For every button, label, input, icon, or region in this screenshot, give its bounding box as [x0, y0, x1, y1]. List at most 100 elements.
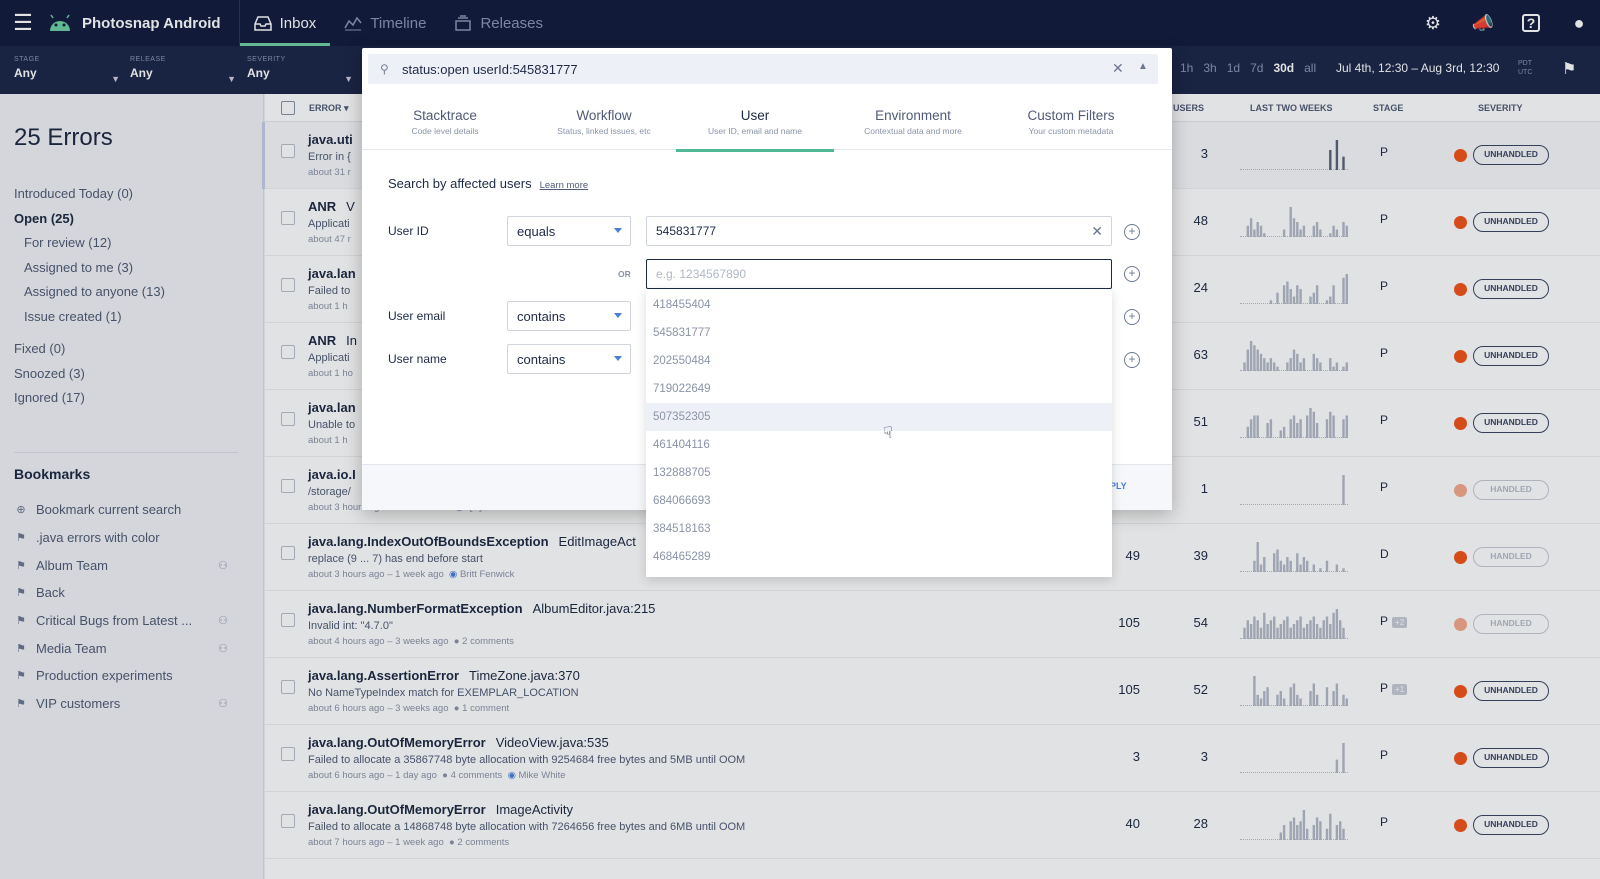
- error-title[interactable]: java.lang.IndexOutOfBoundsException EditI…: [308, 534, 636, 549]
- time-option-3h[interactable]: 3h: [1203, 61, 1216, 75]
- nav-ignored[interactable]: Ignored (17): [14, 386, 165, 411]
- user-email-operator-select[interactable]: contains: [507, 301, 631, 331]
- error-row[interactable]: java.lang.NumberFormatException AlbumEdit…: [265, 591, 1600, 658]
- col-error[interactable]: ERROR ▾: [309, 103, 349, 114]
- user-name-operator-select[interactable]: contains: [507, 344, 631, 374]
- error-row[interactable]: java.lang.AssertionError TimeZone.java:37…: [265, 658, 1600, 725]
- timezone-toggle[interactable]: PDT UTC: [1518, 59, 1532, 77]
- time-option-1d[interactable]: 1d: [1227, 61, 1240, 75]
- severity-filter[interactable]: SEVERITY Any ▼: [247, 56, 353, 84]
- suggestion-item[interactable]: 684066693: [646, 487, 1112, 515]
- row-checkbox[interactable]: [281, 144, 295, 158]
- row-checkbox[interactable]: [281, 278, 295, 292]
- tab-user[interactable]: User User ID, email and name: [676, 108, 834, 152]
- settings-gear-icon[interactable]: ⚙: [1422, 12, 1444, 34]
- error-row[interactable]: java.lang.OutOfMemoryError VideoView.java…: [265, 725, 1600, 792]
- row-checkbox[interactable]: [281, 479, 295, 493]
- search-icon: ⚲: [380, 62, 389, 76]
- suggestion-item[interactable]: 202550484: [646, 347, 1112, 375]
- announcements-megaphone-icon[interactable]: 📣: [1472, 12, 1494, 34]
- menu-icon[interactable]: ☰: [0, 0, 46, 46]
- error-title[interactable]: java.lan: [308, 400, 366, 415]
- error-title[interactable]: ANR In: [308, 333, 357, 348]
- error-title[interactable]: java.lan: [308, 266, 366, 281]
- bookmark-item[interactable]: ⚑ Critical Bugs from Latest ... ⚇: [14, 607, 228, 635]
- time-option-all[interactable]: all: [1304, 61, 1316, 75]
- tab-environment[interactable]: Environment Contextual data and more: [834, 108, 992, 136]
- tab-workflow[interactable]: Workflow Status, linked issues, etc: [525, 108, 683, 136]
- time-option-30d[interactable]: 30d: [1273, 61, 1294, 75]
- tab-inbox[interactable]: Inbox: [239, 0, 331, 46]
- bookmark-item[interactable]: ⚑ Album Team ⚇: [14, 551, 228, 579]
- nav-issue-created[interactable]: Issue created (1): [14, 305, 165, 330]
- nav-introduced-today[interactable]: Introduced Today (0): [14, 182, 165, 207]
- tab-releases[interactable]: Releases: [440, 0, 557, 46]
- user-account-icon[interactable]: ●: [1568, 12, 1590, 34]
- suggestion-item[interactable]: 507352305: [646, 403, 1112, 431]
- select-all-checkbox[interactable]: [281, 101, 295, 115]
- add-condition-icon[interactable]: +: [1124, 224, 1140, 240]
- tab-timeline[interactable]: Timeline: [330, 0, 440, 46]
- row-checkbox[interactable]: [281, 412, 295, 426]
- nav-fixed[interactable]: Fixed (0): [14, 337, 165, 362]
- date-range[interactable]: Jul 4th, 12:30 – Aug 3rd, 12:30: [1336, 61, 1499, 75]
- error-title[interactable]: java.io.I: [308, 467, 366, 482]
- help-icon[interactable]: ?: [1522, 14, 1540, 32]
- nav-open[interactable]: Open (25): [14, 207, 165, 232]
- nav-assigned-to-me[interactable]: Assigned to me (3): [14, 256, 165, 281]
- row-checkbox[interactable]: [281, 345, 295, 359]
- clear-search-icon[interactable]: ✕: [1112, 60, 1124, 77]
- bookmark-item[interactable]: ⚑ Media Team ⚇: [14, 634, 228, 662]
- search-bar[interactable]: ⚲ status:open userId:545831777 ✕ ▲: [368, 54, 1158, 84]
- bookmark-icon[interactable]: ⚑: [1562, 59, 1580, 81]
- row-checkbox[interactable]: [281, 211, 295, 225]
- user-id-input[interactable]: 545831777 ✕: [646, 216, 1112, 246]
- time-option-1h[interactable]: 1h: [1180, 61, 1193, 75]
- suggestion-item[interactable]: 461404116: [646, 431, 1112, 459]
- error-title[interactable]: java.lang.OutOfMemoryError VideoView.java…: [308, 735, 609, 750]
- nav-assigned-to-anyone[interactable]: Assigned to anyone (13): [14, 280, 165, 305]
- error-title[interactable]: ANR V: [308, 199, 355, 214]
- suggestion-item[interactable]: 545831777: [646, 319, 1112, 347]
- project-switcher[interactable]: Photosnap Android: [46, 0, 240, 46]
- bookmark-current-search-button[interactable]: ⊕ Bookmark current search: [14, 496, 228, 524]
- error-title[interactable]: java.lang.AssertionError TimeZone.java:37…: [308, 668, 580, 683]
- bookmark-icon: ⚑: [16, 642, 26, 655]
- col-users[interactable]: USERS: [1173, 103, 1204, 113]
- stage-filter[interactable]: STAGE Any ▼: [14, 56, 120, 84]
- user-id-input-alt[interactable]: e.g. 1234567890: [646, 259, 1112, 289]
- bookmark-item[interactable]: ⚑ .java errors with color: [14, 524, 228, 552]
- bookmark-item[interactable]: ⚑ Back: [14, 579, 228, 607]
- release-filter[interactable]: RELEASE Any ▼: [130, 56, 236, 84]
- suggestion-item[interactable]: 719022649: [646, 375, 1112, 403]
- nav-for-review[interactable]: For review (12): [14, 231, 165, 256]
- suggestion-item[interactable]: 384518163: [646, 515, 1112, 543]
- suggestion-item[interactable]: 418455404: [646, 291, 1112, 319]
- user-id-operator-select[interactable]: equals: [507, 216, 631, 246]
- row-checkbox[interactable]: [281, 613, 295, 627]
- row-checkbox[interactable]: [281, 814, 295, 828]
- error-row[interactable]: java.lang.OutOfMemoryError ImageActivity F…: [265, 792, 1600, 859]
- col-severity[interactable]: SEVERITY: [1478, 103, 1523, 113]
- time-option-7d[interactable]: 7d: [1250, 61, 1263, 75]
- nav-snoozed[interactable]: Snoozed (3): [14, 362, 165, 387]
- bookmark-item[interactable]: ⚑ Production experiments: [14, 662, 228, 690]
- add-condition-icon[interactable]: +: [1124, 266, 1140, 282]
- suggestion-item[interactable]: 132888705: [646, 459, 1112, 487]
- add-condition-icon[interactable]: +: [1124, 309, 1140, 325]
- tab-custom-filters[interactable]: Custom Filters Your custom metadata: [992, 108, 1150, 136]
- error-title[interactable]: java.lang.OutOfMemoryError ImageActivity: [308, 802, 573, 817]
- suggestion-item[interactable]: 468465289: [646, 543, 1112, 571]
- learn-more-link[interactable]: Learn more: [540, 180, 589, 191]
- row-checkbox[interactable]: [281, 546, 295, 560]
- add-condition-icon[interactable]: +: [1124, 352, 1140, 368]
- clear-value-icon[interactable]: ✕: [1091, 223, 1103, 240]
- tab-stacktrace[interactable]: Stacktrace Code level details: [366, 108, 524, 136]
- error-title[interactable]: java.uti: [308, 132, 363, 147]
- error-title[interactable]: java.lang.NumberFormatException AlbumEdit…: [308, 601, 655, 616]
- bookmark-item[interactable]: ⚑ VIP customers ⚇: [14, 690, 228, 718]
- collapse-caret-icon[interactable]: ▲: [1138, 61, 1148, 72]
- row-checkbox[interactable]: [281, 680, 295, 694]
- search-query[interactable]: status:open userId:545831777: [402, 62, 578, 77]
- row-checkbox[interactable]: [281, 747, 295, 761]
